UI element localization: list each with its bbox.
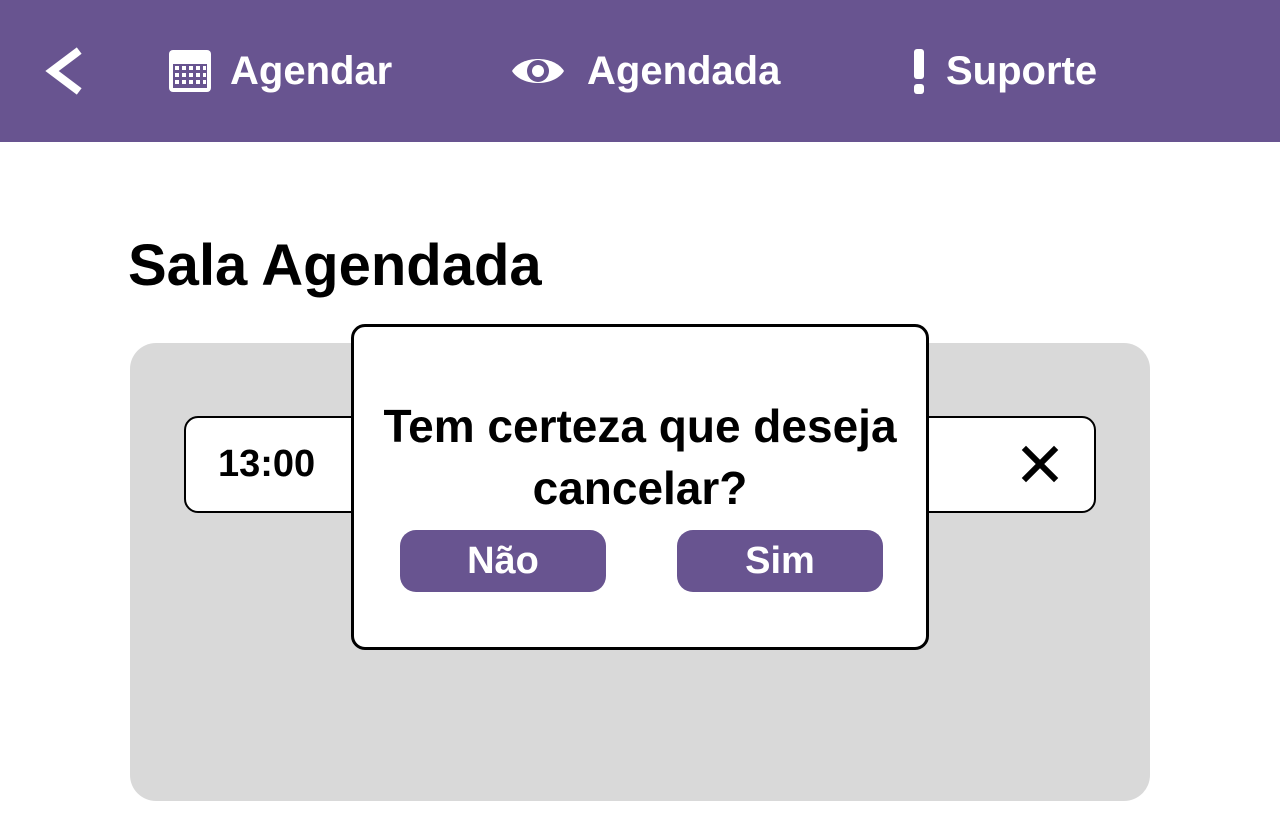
close-icon (1021, 445, 1059, 483)
nav-item-agendar[interactable]: Agendar (166, 40, 392, 102)
back-button[interactable] (38, 46, 88, 96)
nav-item-label: Suporte (946, 48, 1098, 93)
booking-time: 13:00 (218, 443, 316, 485)
chevron-left-icon (45, 47, 82, 95)
dialog-message: Tem certeza que deseja cancelar? (383, 400, 897, 514)
nav-item-label: Agendada (587, 48, 781, 93)
navbar: Agendar Agendada Suporte (0, 0, 1280, 142)
cancel-booking-button[interactable] (1020, 444, 1060, 484)
page-title: Sala Agendada (128, 233, 542, 298)
nav-item-agendada[interactable]: Agendada (509, 40, 780, 102)
confirm-cancel-dialog: Tem certeza que deseja cancelar? Não Sim (351, 324, 929, 650)
calendar-icon (166, 48, 214, 94)
no-button[interactable]: Não (400, 530, 606, 592)
yes-button[interactable]: Sim (677, 530, 883, 592)
eye-icon (509, 51, 567, 91)
nav-item-suporte[interactable]: Suporte (906, 40, 1097, 102)
exclamation-icon (906, 47, 932, 95)
nav-item-label: Agendar (230, 48, 393, 93)
